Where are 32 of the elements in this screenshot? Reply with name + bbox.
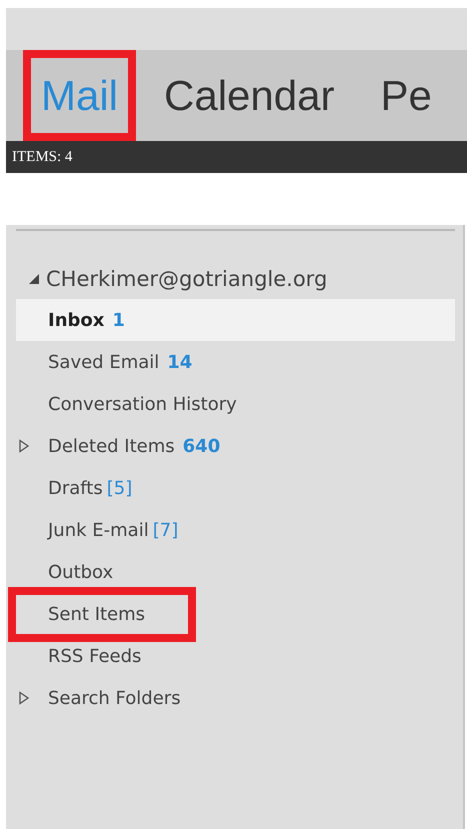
account-name[interactable]: CHerkimer@gotriangle.org bbox=[46, 267, 328, 291]
item-count: 640 bbox=[182, 436, 220, 456]
folder-row[interactable]: Search Folders bbox=[16, 677, 455, 719]
folder-row[interactable]: Conversation History bbox=[16, 383, 455, 425]
folder-name[interactable]: RSS Feeds bbox=[48, 646, 142, 666]
folder-row[interactable]: Drafts [5] bbox=[16, 467, 455, 509]
collapsed-arrow-icon[interactable] bbox=[18, 439, 30, 453]
folder-row[interactable]: Deleted Items 640 bbox=[16, 425, 455, 467]
folder-name[interactable]: Deleted Items bbox=[48, 436, 175, 456]
folder-row[interactable]: Inbox 1 bbox=[16, 299, 455, 341]
item-count: [7] bbox=[152, 520, 178, 540]
folder-row[interactable]: Outbox bbox=[16, 551, 455, 593]
folder-name[interactable]: Search Folders bbox=[48, 688, 181, 708]
folder-row[interactable]: Saved Email 14 bbox=[16, 341, 455, 383]
folder-name[interactable]: Outbox bbox=[48, 562, 114, 582]
items-count: ITEMS: 4 bbox=[12, 148, 72, 166]
item-count: 1 bbox=[112, 310, 125, 330]
nav-tab[interactable]: Pe bbox=[362, 50, 450, 141]
folder-name[interactable]: Drafts bbox=[48, 478, 103, 498]
nav-tab[interactable]: Calendar bbox=[146, 50, 352, 141]
folder-name[interactable]: Saved Email bbox=[48, 352, 160, 372]
collapsed-arrow-icon[interactable] bbox=[18, 691, 30, 705]
folder-row[interactable]: RSS Feeds bbox=[16, 635, 455, 677]
folder-name[interactable]: Junk E-mail bbox=[48, 520, 149, 540]
item-count: [5] bbox=[106, 478, 132, 498]
item-count: 14 bbox=[167, 352, 192, 372]
expanded-arrow-icon[interactable] bbox=[28, 272, 40, 286]
folder-name[interactable]: Sent Items bbox=[48, 604, 146, 624]
folder-row[interactable]: Sent Items bbox=[16, 593, 455, 635]
folder-name[interactable]: Inbox bbox=[48, 310, 104, 330]
folder-name[interactable]: Conversation History bbox=[48, 394, 237, 414]
folder-row[interactable]: Junk E-mail [7] bbox=[16, 509, 455, 551]
